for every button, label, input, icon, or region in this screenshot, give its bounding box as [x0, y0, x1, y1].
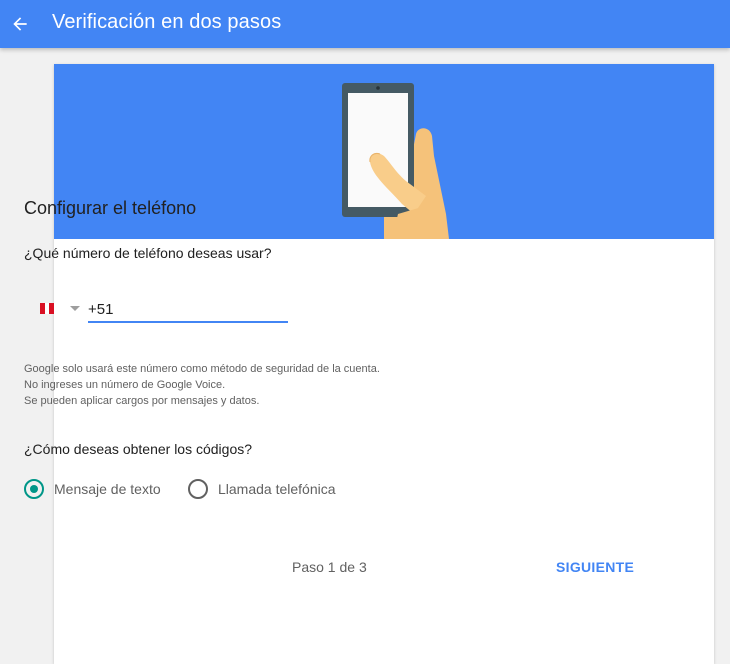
country-dropdown-caret-icon[interactable]: [70, 306, 80, 311]
section-title: Configurar el teléfono: [24, 198, 197, 218]
page-title: Verificación en dos pasos: [52, 11, 282, 33]
phone-number-input[interactable]: [88, 297, 288, 323]
helper-line: Se pueden aplicar cargos por mensajes y …: [24, 395, 260, 407]
peru-flag-icon[interactable]: [40, 303, 55, 314]
arrow-left-icon: [13, 17, 27, 31]
radio-checked-icon[interactable]: [24, 479, 44, 499]
radio-phone-call[interactable]: Llamada telefónica: [188, 478, 336, 500]
helper-text: Google solo usará este número como métod…: [24, 361, 380, 409]
phone-question: ¿Qué número de teléfono deseas usar?: [24, 245, 272, 261]
step-indicator: Paso 1 de 3: [292, 559, 367, 575]
helper-line: Google solo usará este número como métod…: [24, 363, 380, 375]
back-button[interactable]: [0, 0, 40, 48]
radio-label: Llamada telefónica: [218, 481, 336, 497]
radio-label: Mensaje de texto: [54, 481, 161, 497]
codes-question: ¿Cómo deseas obtener los códigos?: [24, 441, 253, 457]
radio-text-message[interactable]: Mensaje de texto: [24, 478, 161, 500]
next-button[interactable]: SIGUIENTE: [548, 551, 642, 583]
helper-line: No ingreses un número de Google Voice.: [24, 379, 226, 391]
radio-dot: [30, 485, 38, 493]
radio-unchecked-icon[interactable]: [188, 479, 208, 499]
app-bar: Verificación en dos pasos: [0, 0, 730, 48]
